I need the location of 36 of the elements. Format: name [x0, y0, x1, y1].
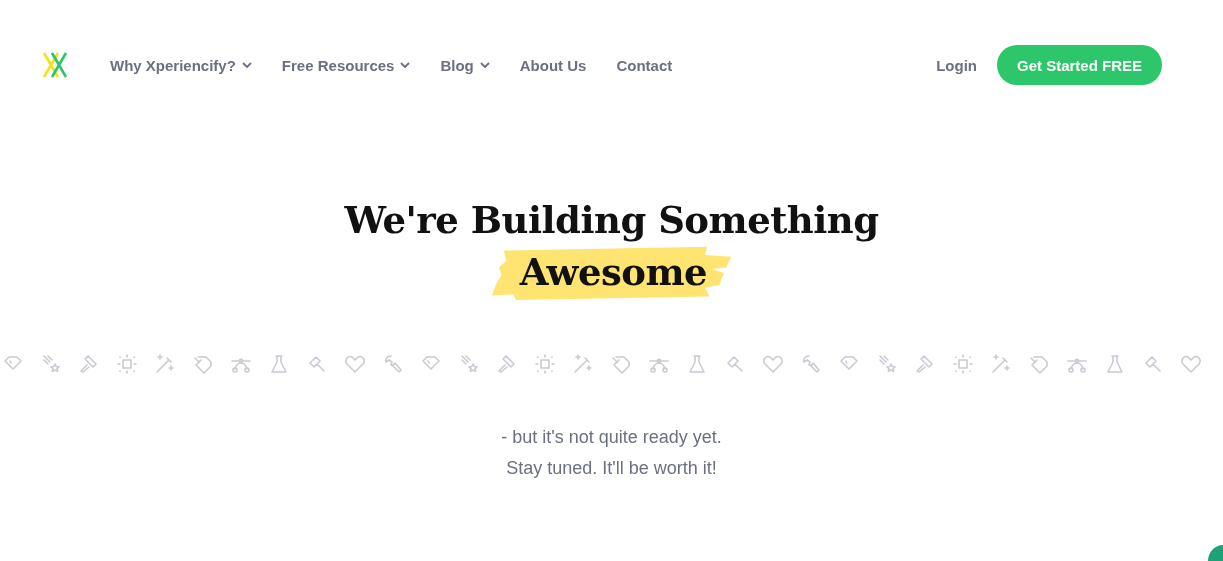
heading: We're Building Something [344, 197, 879, 244]
hammer-icon [914, 353, 936, 375]
chat-button[interactable] [1208, 545, 1223, 561]
nav-link[interactable]: Why Xperiencify? [110, 56, 252, 74]
flask-icon [1104, 353, 1126, 375]
selection-icon [952, 353, 974, 375]
stars-icon [40, 353, 62, 375]
selection-icon [116, 353, 138, 375]
heart-icon [344, 353, 366, 375]
tag-icon [1028, 353, 1050, 375]
nav-link[interactable]: Contact [616, 56, 673, 74]
hammer-icon [496, 353, 518, 375]
nav-link[interactable]: Free Resources [281, 56, 411, 74]
magic-wand-icon [572, 353, 594, 375]
heart-icon [1180, 353, 1202, 375]
hammer-icon [78, 353, 100, 375]
magic-wand-icon [154, 353, 176, 375]
flask-icon [268, 353, 290, 375]
tag-icon [610, 353, 632, 375]
gavel-icon [1142, 353, 1164, 375]
stars-icon [876, 353, 898, 375]
logo-icon[interactable] [42, 52, 70, 78]
message-text: Stay tuned. It'll be worth it! [506, 458, 717, 479]
message-text: - but it's not quite ready yet. [501, 427, 722, 448]
stars-icon [458, 353, 480, 375]
login-link[interactable]: Login [936, 56, 977, 74]
flask-icon [686, 353, 708, 375]
magic-wand-icon [990, 353, 1012, 375]
nav-link[interactable]: Blog [440, 56, 490, 74]
nav-link[interactable]: About Us [519, 56, 587, 74]
tag-icon [192, 353, 214, 375]
selection-icon [534, 353, 556, 375]
gavel-icon [306, 353, 328, 375]
gavel-icon [724, 353, 746, 375]
heart-icon [762, 353, 784, 375]
highlighted-word: Awesome [491, 245, 732, 301]
